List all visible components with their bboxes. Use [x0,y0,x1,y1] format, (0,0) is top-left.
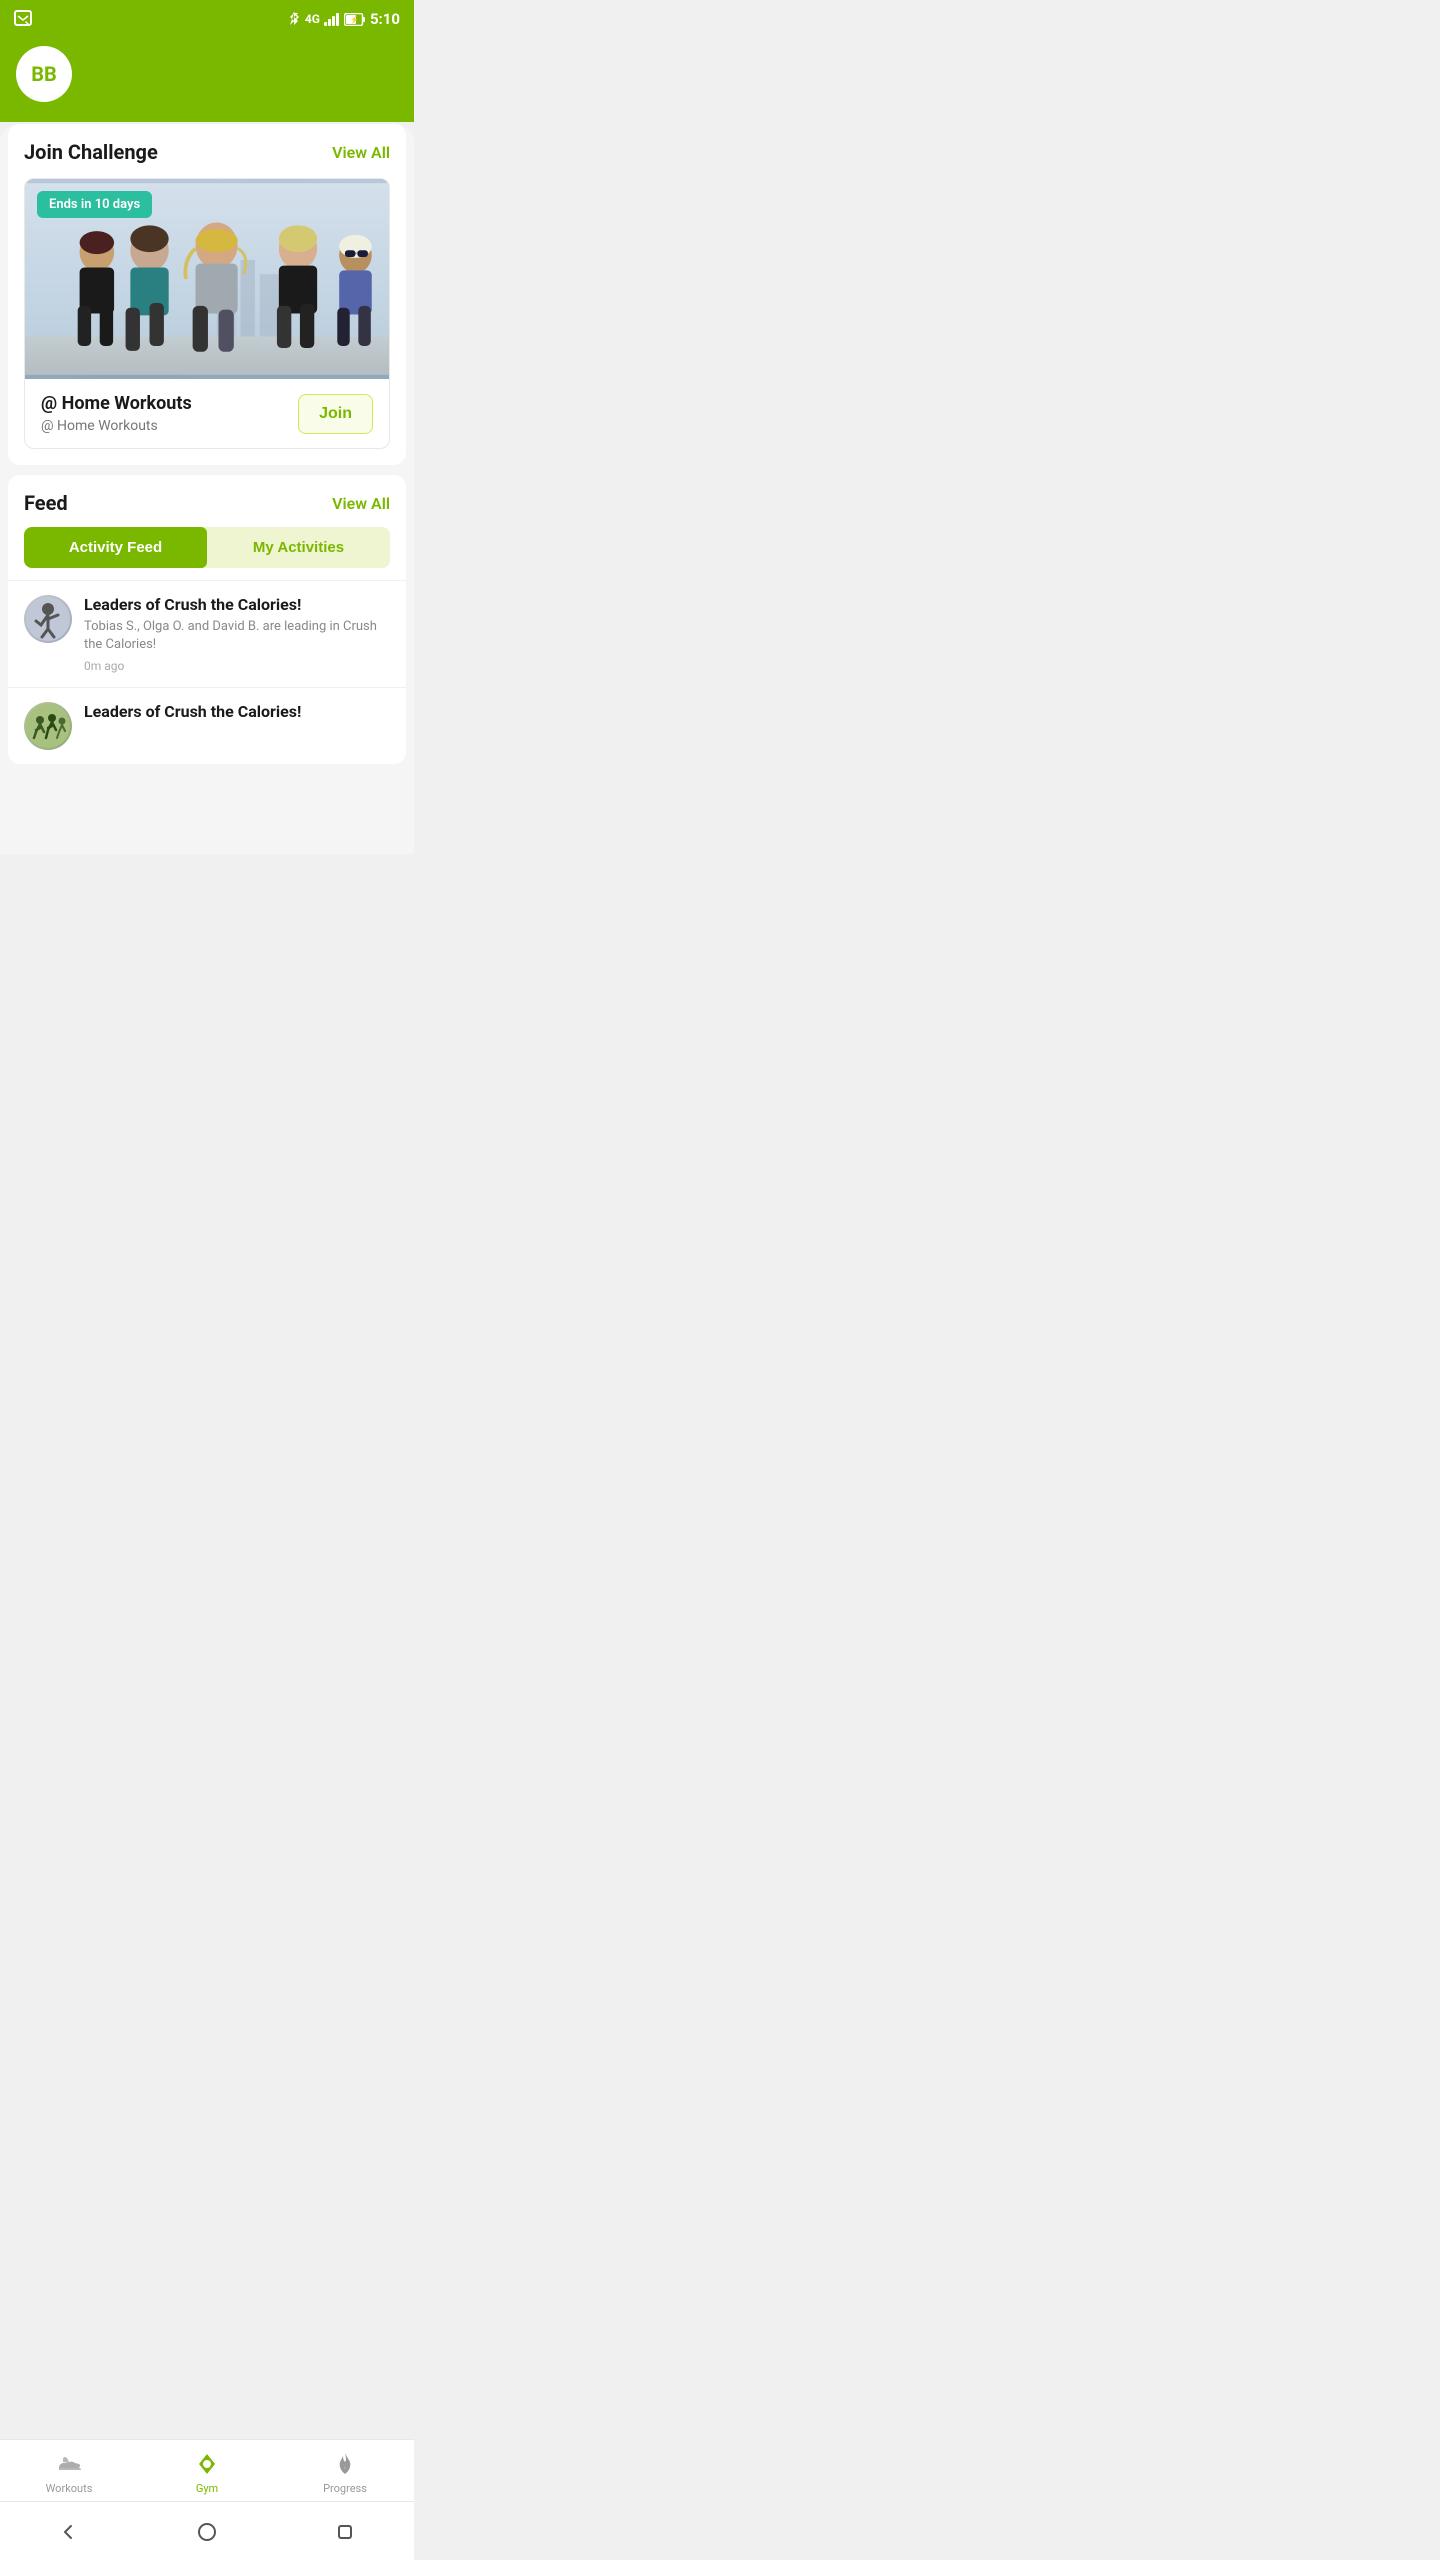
challenge-card: Ends in 10 days @ Home Workouts @ Home W… [24,178,390,449]
android-recents-button[interactable] [327,2514,363,2550]
join-challenge-section: Join Challenge View All [8,124,406,465]
bluetooth-icon [287,12,301,26]
feed-section: Feed View All Activity Feed My Activitie… [8,475,406,764]
bottom-navigation: Workouts Gym Progr [0,2439,414,2560]
nav-items: Workouts Gym Progr [0,2440,414,2501]
feed-content-2: Leaders of Crush the Calories! [84,702,301,725]
workouts-icon [55,2450,83,2478]
nav-item-workouts[interactable]: Workouts [0,2450,138,2495]
svg-text:⚡: ⚡ [350,15,359,24]
feed-title: Feed [24,491,68,515]
signal-icon [324,12,340,26]
status-right-group: 4G ⚡ 5:10 [287,10,400,28]
status-time: 5:10 [370,10,400,28]
ends-badge: Ends in 10 days [37,191,152,218]
feed-item-time-1: 0m ago [84,659,390,673]
challenge-info: @ Home Workouts @ Home Workouts Join [25,379,389,448]
join-challenge-header: Join Challenge View All [24,140,390,164]
challenge-text: @ Home Workouts @ Home Workouts [41,393,192,434]
feed-item-description-1: Tobias S., Olga O. and David B. are lead… [84,618,390,654]
join-challenge-title: Join Challenge [24,140,158,164]
feed-header: Feed View All [8,475,406,527]
feed-avatar-1 [24,595,72,643]
join-challenge-view-all[interactable]: View All [332,143,390,162]
user-avatar[interactable]: BB [16,46,72,102]
android-home-button[interactable] [189,2514,225,2550]
battery-icon: ⚡ [344,13,366,26]
main-content: Join Challenge View All [0,124,414,854]
feed-tab-toggle: Activity Feed My Activities [24,527,390,568]
yoga-avatar-icon [26,597,70,641]
feed-item-title-1: Leaders of Crush the Calories! [84,595,390,614]
running-avatar-icon [26,704,70,748]
challenge-subtitle: @ Home Workouts [41,418,192,434]
status-notification-icon [14,10,32,28]
status-bar: 4G ⚡ 5:10 [0,0,414,36]
android-nav-bar [0,2501,414,2560]
progress-icon [331,2450,359,2478]
feed-content-1: Leaders of Crush the Calories! Tobias S.… [84,595,390,673]
network-type-label: 4G [305,12,320,26]
android-back-button[interactable] [51,2514,87,2550]
gym-label: Gym [196,2482,218,2495]
progress-label: Progress [323,2482,367,2495]
challenge-title: @ Home Workouts [41,393,192,414]
tab-activity-feed[interactable]: Activity Feed [24,527,207,568]
header: BB [0,36,414,122]
tab-my-activities[interactable]: My Activities [207,527,390,568]
feed-item: Leaders of Crush the Calories! Tobias S.… [8,580,406,687]
nav-item-gym[interactable]: Gym [138,2450,276,2495]
feed-item-2: Leaders of Crush the Calories! [8,687,406,764]
join-button[interactable]: Join [298,394,373,434]
challenge-image: Ends in 10 days [25,179,389,379]
feed-item-title-2: Leaders of Crush the Calories! [84,702,301,721]
feed-view-all[interactable]: View All [332,494,390,513]
gym-icon [193,2450,221,2478]
nav-item-progress[interactable]: Progress [276,2450,414,2495]
feed-avatar-2 [24,702,72,750]
workouts-label: Workouts [46,2482,93,2495]
